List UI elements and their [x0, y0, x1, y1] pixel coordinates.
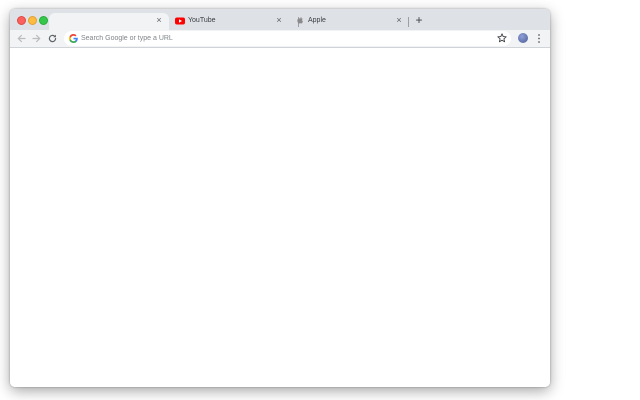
- youtube-icon: [175, 17, 185, 25]
- tab-apple[interactable]: Apple ×: [289, 13, 409, 30]
- omnibox-input[interactable]: [81, 31, 481, 46]
- google-g-icon: [69, 34, 78, 43]
- tab-close-button[interactable]: ×: [275, 16, 283, 25]
- new-tab-button[interactable]: +: [414, 14, 424, 26]
- arrow-left-icon[interactable]: [16, 33, 27, 44]
- arrow-right-icon[interactable]: [31, 33, 42, 44]
- kebab-menu-icon[interactable]: [536, 33, 542, 44]
- star-icon[interactable]: [497, 33, 507, 43]
- page-content: [10, 48, 550, 387]
- apple-icon: [297, 17, 303, 24]
- tab-new-tab[interactable]: ×: [49, 13, 169, 30]
- omnibox[interactable]: [64, 31, 511, 46]
- tab-close-button[interactable]: ×: [395, 16, 403, 25]
- window-minimize-button[interactable]: [28, 16, 37, 25]
- tab-title: Apple: [308, 17, 326, 24]
- toolbar: [10, 30, 550, 48]
- tab-close-button[interactable]: ×: [155, 16, 163, 25]
- tab-separator: [408, 17, 409, 27]
- window-close-button[interactable]: [17, 16, 26, 25]
- browser-window: × YouTube × Apple × +: [10, 9, 550, 387]
- window-maximize-button[interactable]: [39, 16, 48, 25]
- tab-strip: × YouTube × Apple × +: [10, 9, 550, 30]
- profile-avatar[interactable]: [518, 33, 528, 43]
- tab-title: YouTube: [188, 17, 216, 24]
- tab-youtube[interactable]: YouTube ×: [169, 13, 289, 30]
- reload-icon[interactable]: [47, 33, 58, 44]
